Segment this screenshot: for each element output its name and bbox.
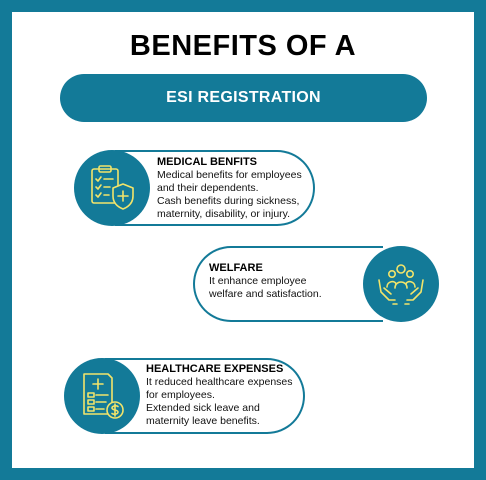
page-title: BENEFITS OF A	[129, 30, 357, 62]
card-medical-line: and their dependents.	[157, 182, 259, 194]
card-welfare-title: WELFARE	[209, 262, 263, 274]
card-medical-line: Cash benefits during sickness,	[157, 195, 300, 207]
card-healthcare-line: It reduced healthcare expenses	[146, 376, 293, 388]
medical-bill-dollar-icon	[83, 373, 124, 419]
hands-people-icon	[378, 264, 424, 305]
banner-label: ESI REGISTRATION	[166, 89, 321, 106]
card-medical-title: MEDICAL BENFITS	[157, 156, 258, 168]
card-welfare-line: It enhance employee	[209, 275, 307, 287]
medical-clipboard-shield-icon	[91, 165, 134, 210]
card-healthcare-title: HEALTHCARE EXPENSES	[146, 363, 284, 375]
card-welfare-icon-circle	[363, 246, 439, 322]
card-healthcare-icon-circle	[64, 358, 140, 434]
card-medical-line: maternity, disability, or injury.	[157, 208, 291, 220]
card-healthcare-line: maternity leave benefits.	[146, 415, 260, 427]
card-welfare-line: welfare and satisfaction.	[209, 288, 322, 300]
card-healthcare-line: for employees.	[146, 389, 215, 401]
card-medical-text: MEDICAL BENFITS Medical benefits for emp…	[157, 155, 317, 221]
card-welfare-text: WELFARE It enhance employee welfare and …	[209, 261, 359, 301]
banner: ESI REGISTRATION	[60, 74, 427, 122]
card-medical-line: Medical benefits for employees	[157, 169, 302, 181]
card-medical-icon-circle	[74, 150, 150, 226]
card-healthcare-text: HEALTHCARE EXPENSES It reduced healthcar…	[146, 362, 308, 428]
card-healthcare-line: Extended sick leave and	[146, 402, 260, 414]
